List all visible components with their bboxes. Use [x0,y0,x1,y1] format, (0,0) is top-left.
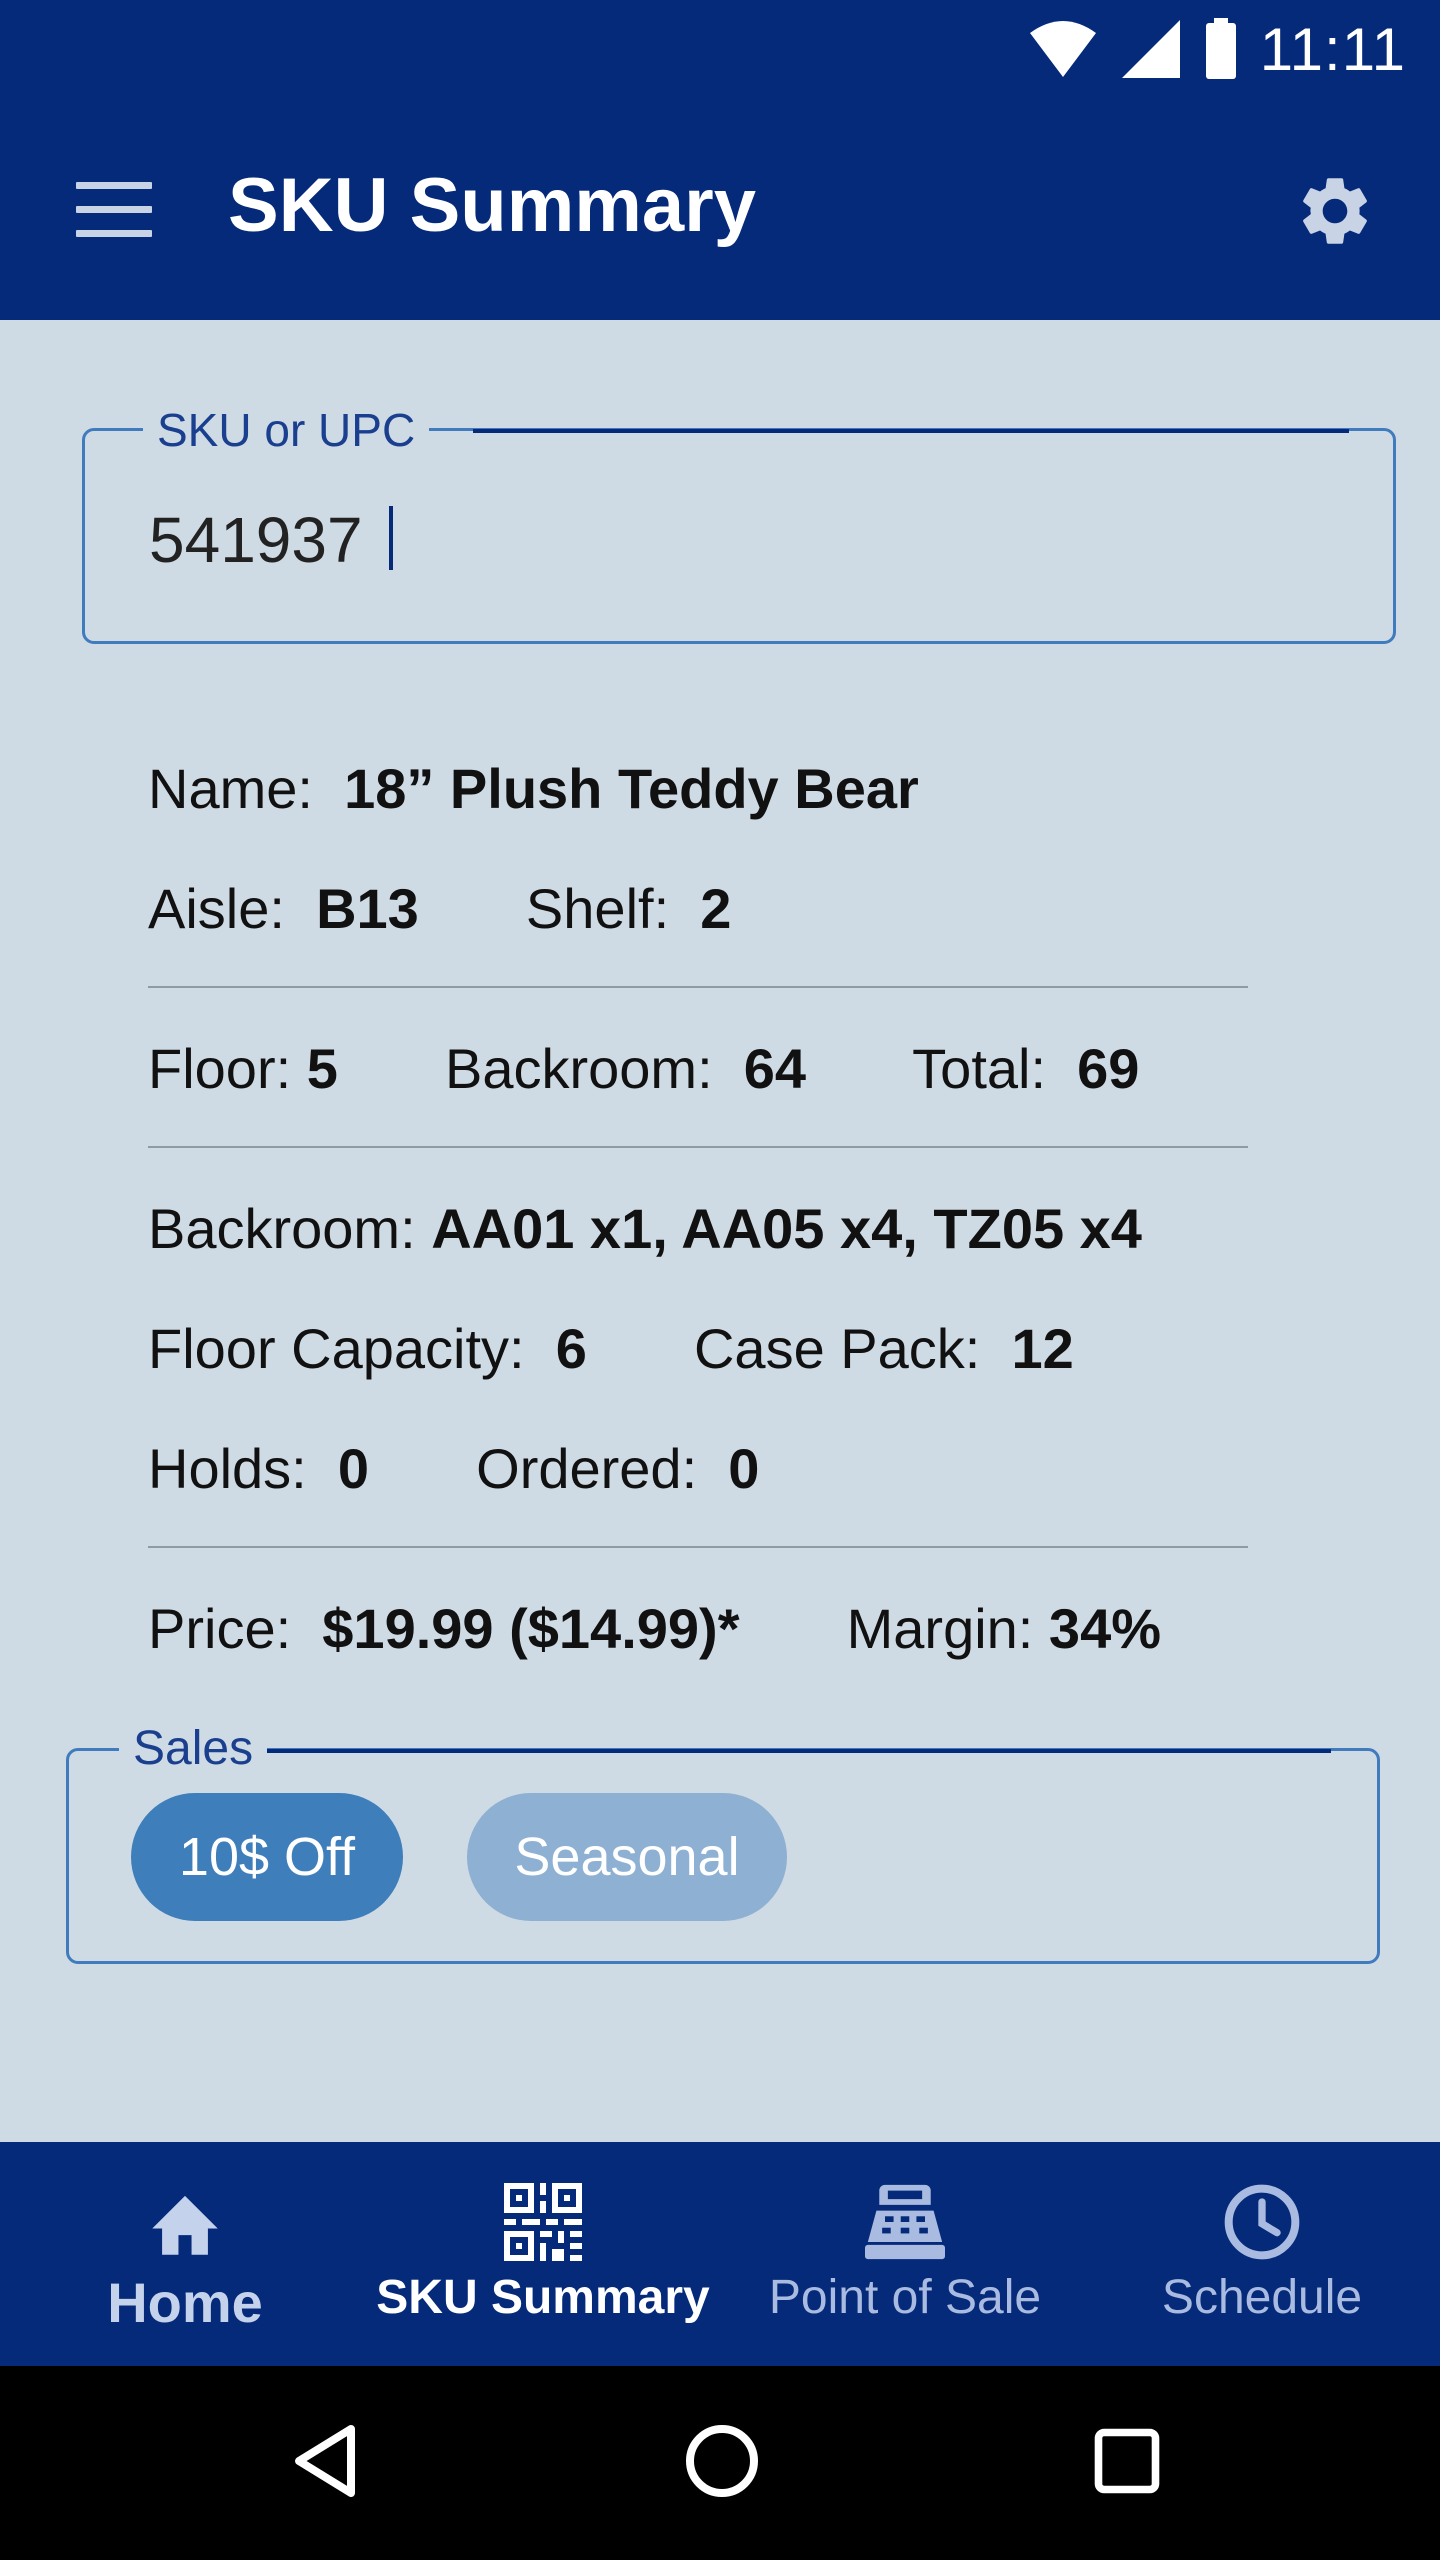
ordered-label: Ordered: [476,1437,698,1500]
battery-icon [1205,18,1236,79]
sku-input-field[interactable]: SKU or UPC 541937 [82,403,1396,644]
status-bar: 11:11 [0,0,1440,98]
nav-label-home: Home [107,2271,263,2334]
status-time: 11:11 [1259,15,1406,83]
capacity-row: Floor Capacity: 6 Case Pack: 12 [148,1316,1074,1381]
sku-field-label: SKU or UPC [143,403,430,457]
sale-chip-seasonal[interactable]: Seasonal [467,1793,787,1921]
status-icons: 11:11 [1028,14,1406,84]
sales-group: Sales 10$ Off Seasonal [66,1721,1380,1964]
floor-capacity-value: 6 [555,1317,587,1380]
floor-value: 5 [306,1037,338,1100]
name-label: Name: [148,757,313,820]
total-value: 69 [1077,1037,1140,1100]
signal-icon [1121,20,1180,78]
sale-chip-10-off[interactable]: 10$ Off [131,1793,403,1921]
ordered-value: 0 [728,1437,760,1500]
sales-label: Sales [119,1721,268,1776]
cash-register-icon [865,2184,945,2260]
system-navigation-bar [0,2366,1440,2560]
clock-icon [1224,2184,1300,2260]
aisle-value: B13 [316,877,419,940]
backroom-locations-label: Backroom: [148,1197,416,1260]
home-circle-icon [686,2425,758,2497]
nav-label-point-of-sale: Point of Sale [768,2271,1042,2324]
nav-item-point-of-sale[interactable]: Point of Sale [750,2142,1060,2366]
price-row: Price: $19.99 ($14.99)* Margin: 34% [148,1596,1161,1661]
text-caret [388,506,393,570]
name-value: 18” Plush Teddy Bear [344,757,919,820]
backroom-value: 64 [743,1037,807,1100]
nav-item-schedule[interactable]: Schedule [1150,2142,1374,2366]
case-pack-label: Case Pack: [693,1317,981,1380]
holds-value: 0 [337,1437,370,1500]
sku-input-value: 541937 [149,504,363,576]
nav-item-home[interactable]: Home [80,2142,290,2366]
case-pack-value: 12 [1011,1317,1074,1380]
nav-label-sku-summary: SKU Summary [376,2271,710,2324]
price-value: $19.99 ($14.99)* [322,1597,740,1660]
menu-icon[interactable] [76,182,152,237]
divider [148,1146,1248,1148]
recents-square-icon [1094,2428,1160,2494]
back-button[interactable] [272,2406,382,2516]
price-label: Price: [148,1597,292,1660]
backroom-label: Backroom: [445,1037,713,1100]
total-label: Total: [912,1037,1047,1100]
home-button[interactable] [667,2406,777,2516]
wifi-icon [1029,21,1096,77]
sales-outline-accent [267,1749,1331,1753]
app-bar: SKU Summary [0,98,1440,320]
aisle-label: Aisle: [148,877,285,940]
location-row: Aisle: B13 Shelf: 2 [148,876,731,941]
field-outline-accent [473,429,1349,433]
divider [148,1546,1248,1548]
nav-label-schedule: Schedule [1161,2271,1363,2324]
sku-input[interactable]: 541937 [149,503,393,577]
stock-row: Floor: 5 Backroom: 64 Total: 69 [148,1036,1139,1101]
margin-value: 34% [1048,1597,1162,1660]
shelf-value: 2 [700,877,732,940]
floor-label: Floor: [148,1037,292,1100]
name-row: Name: 18” Plush Teddy Bear [148,756,919,821]
divider [148,986,1248,988]
recents-button[interactable] [1072,2406,1182,2516]
bottom-navigation: Home SKU Summary Point of Sale Schedule [0,2142,1440,2366]
floor-capacity-label: Floor Capacity: [148,1317,525,1380]
shelf-label: Shelf: [525,877,670,940]
page-title: SKU Summary [228,163,756,248]
gear-icon[interactable] [1294,170,1376,252]
back-triangle-icon [295,2425,355,2497]
margin-label: Margin: [846,1597,1034,1660]
holds-label: Holds: [148,1437,307,1500]
nav-item-sku-summary[interactable]: SKU Summary [370,2142,716,2366]
backroom-locations-row: Backroom: AA01 x1, AA05 x4, TZ05 x4 [148,1196,1142,1261]
home-icon [152,2195,218,2255]
backroom-locations-value: AA01 x1, AA05 x4, TZ05 x4 [431,1197,1142,1260]
holds-row: Holds: 0 Ordered: 0 [148,1436,759,1501]
qr-code-icon [504,2183,582,2261]
